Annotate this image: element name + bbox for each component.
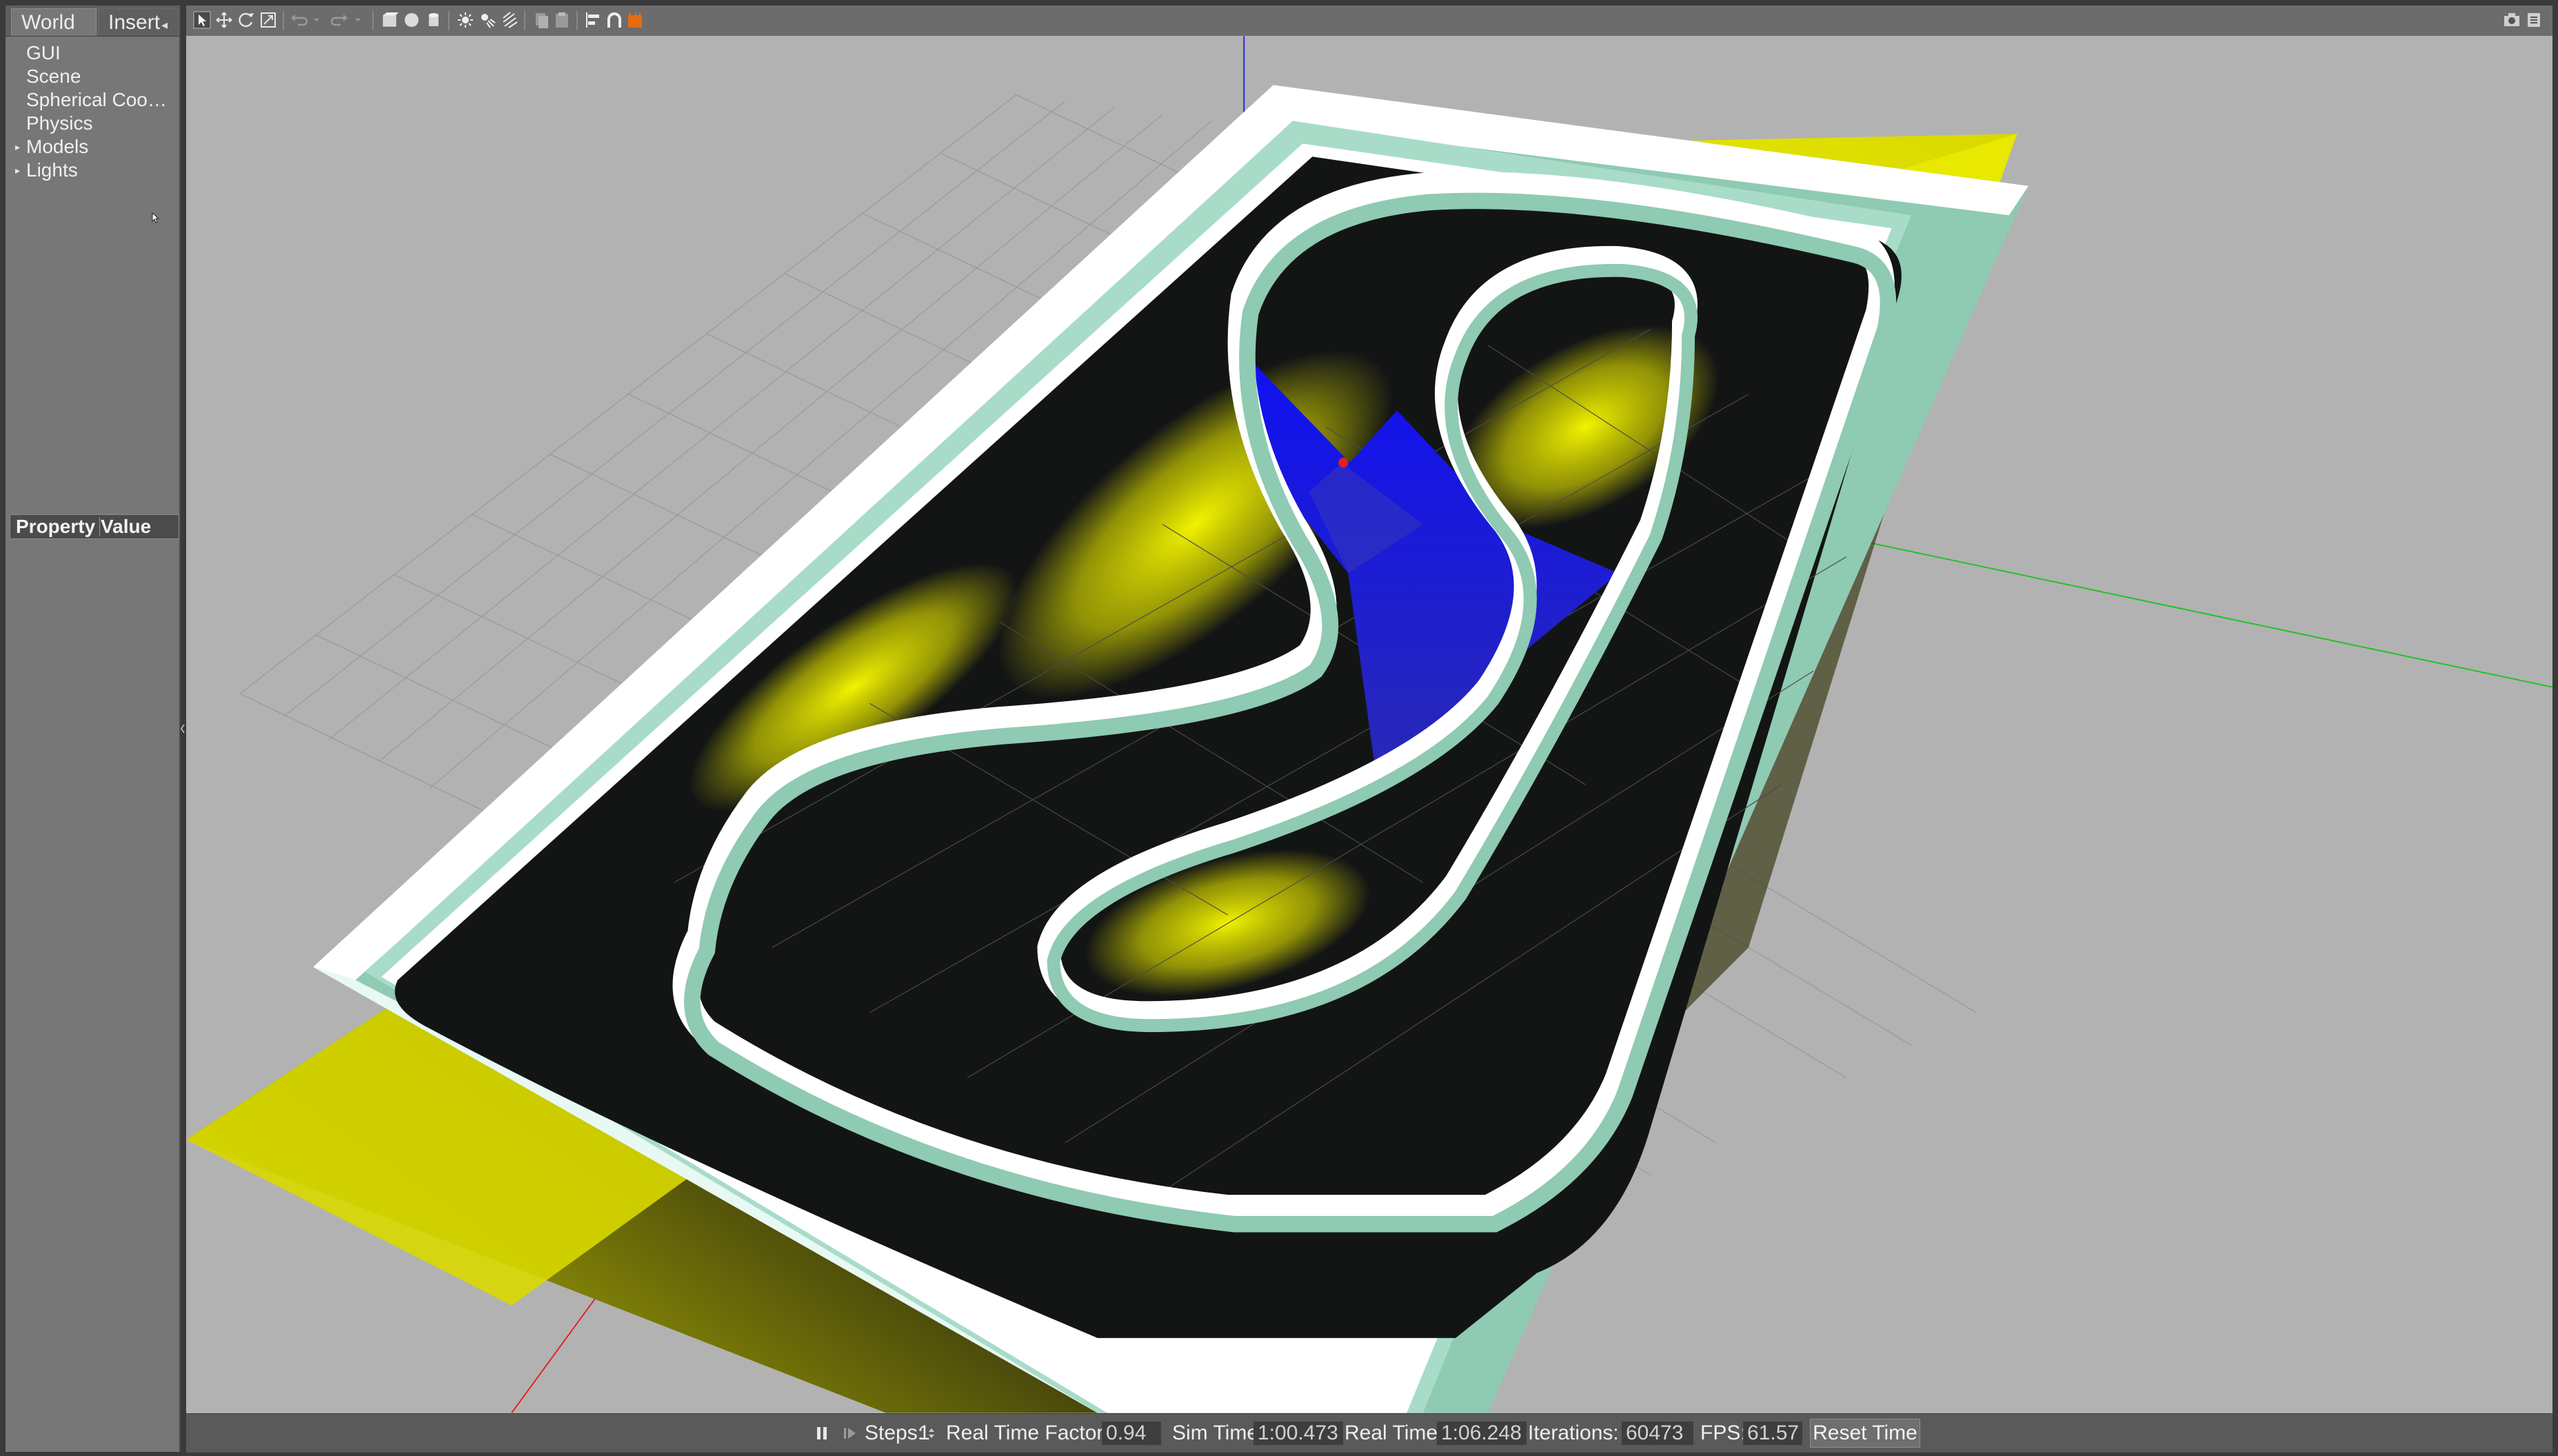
fps-value: 61.57 <box>1743 1422 1802 1445</box>
select-icon[interactable] <box>193 11 211 29</box>
fps-label: FPS: <box>1700 1422 1746 1444</box>
tree-item-label: Scene <box>26 65 81 87</box>
tab-scroll-arrow-icon[interactable]: ◂ <box>161 18 168 32</box>
toolbar-separator <box>372 11 374 30</box>
scene-render <box>186 36 2552 1413</box>
toolbar-separator <box>448 11 450 30</box>
tree-item-label: Physics <box>26 112 93 134</box>
step-icon[interactable] <box>843 1426 858 1441</box>
gazebo-window: World Insert ◂ GUI Scene Spherical Coo… P… <box>0 0 2558 1456</box>
toolbar <box>186 6 2552 37</box>
record-icon[interactable] <box>626 11 644 29</box>
panel-tabbar: World Insert ◂ <box>6 6 179 37</box>
tree-item-label: Models <box>26 136 89 157</box>
toolbar-separator <box>576 11 578 30</box>
column-value[interactable]: Value <box>101 515 151 538</box>
spot-light-icon[interactable] <box>479 11 496 29</box>
tree-item-label: GUI <box>26 42 61 63</box>
directional-light-icon[interactable] <box>501 11 518 29</box>
expand-arrow-icon[interactable]: ▸ <box>15 159 20 182</box>
sim-time-value: 1:00.473 <box>1253 1422 1343 1445</box>
redo-icon[interactable] <box>331 11 349 29</box>
tree-item-label: Spherical Coo… <box>26 89 167 110</box>
snap-icon[interactable] <box>605 11 623 29</box>
tree-item-gui[interactable]: GUI <box>6 41 179 65</box>
toolbar-separator <box>283 11 284 30</box>
copy-icon[interactable] <box>532 11 550 29</box>
panel-splitter-handle[interactable] <box>181 724 185 734</box>
tree-item-physics[interactable]: Physics <box>6 112 179 135</box>
real-time-value: 1:06.248 <box>1437 1422 1527 1445</box>
mouse-cursor-icon <box>152 212 160 223</box>
align-icon[interactable] <box>585 11 603 29</box>
tab-insert-label: Insert <box>108 11 161 34</box>
tree-item-lights[interactable]: ▸ Lights <box>6 159 179 182</box>
left-panel: World Insert ◂ GUI Scene Spherical Coo… P… <box>6 6 181 1452</box>
steps-spinner-icon[interactable] <box>928 1426 935 1440</box>
column-divider[interactable] <box>99 517 100 536</box>
sim-time-label: Sim Time: <box>1172 1422 1265 1444</box>
3d-viewport[interactable] <box>186 36 2552 1413</box>
scale-icon[interactable] <box>259 11 277 29</box>
real-time-label: Real Time: <box>1345 1422 1444 1444</box>
real-time-factor-label: Real Time Factor: <box>946 1422 1109 1444</box>
column-property[interactable]: Property <box>16 515 95 538</box>
tab-insert[interactable]: Insert ◂ <box>98 8 179 36</box>
pause-icon[interactable] <box>815 1426 829 1441</box>
paste-icon[interactable] <box>553 11 571 29</box>
tree-item-models[interactable]: ▸ Models <box>6 135 179 159</box>
point-light-icon[interactable] <box>456 11 474 29</box>
tab-world[interactable]: World <box>11 8 97 36</box>
box-icon[interactable] <box>381 11 399 29</box>
tree-item-spherical-coordinates[interactable]: Spherical Coo… <box>6 88 179 112</box>
expand-arrow-icon[interactable]: ▸ <box>15 135 20 159</box>
property-table-header: Property Value <box>10 514 179 539</box>
cylinder-icon[interactable] <box>425 11 443 29</box>
undo-icon[interactable] <box>290 11 308 29</box>
toolbar-separator <box>524 11 525 30</box>
reset-time-button[interactable]: Reset Time <box>1810 1419 1920 1448</box>
tree-item-scene[interactable]: Scene <box>6 65 179 88</box>
iterations-label: Iterations: <box>1528 1422 1619 1444</box>
steps-label: Steps: <box>865 1422 924 1444</box>
log-icon[interactable] <box>2525 11 2543 29</box>
tree-item-label: Lights <box>26 159 78 181</box>
world-tree: GUI Scene Spherical Coo… Physics ▸ Models… <box>6 41 179 182</box>
real-time-factor-value: 0.94 <box>1102 1422 1161 1445</box>
sphere-icon[interactable] <box>403 11 421 29</box>
status-bar: Steps: 1 Real Time Factor: 0.94 Sim Time… <box>186 1413 2552 1453</box>
rotate-icon[interactable] <box>237 11 255 29</box>
origin-marker <box>1338 457 1349 468</box>
screenshot-icon[interactable] <box>2503 11 2521 29</box>
translate-icon[interactable] <box>215 11 233 29</box>
iterations-value: 60473 <box>1622 1422 1693 1445</box>
redo-dropdown-icon[interactable] <box>349 11 367 29</box>
undo-dropdown-icon[interactable] <box>308 11 325 29</box>
